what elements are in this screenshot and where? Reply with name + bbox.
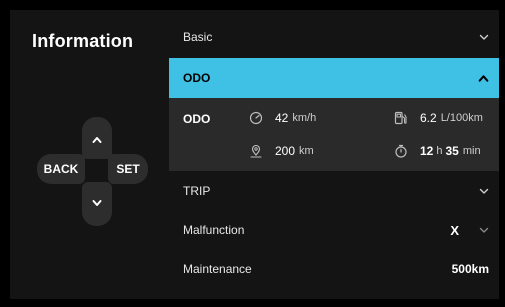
section-odo-label: ODO (183, 71, 211, 85)
fuel-value: 6.2 (420, 111, 437, 125)
distance-stat: 200 km (249, 144, 314, 158)
speed-value: 42 (275, 111, 289, 125)
section-maintenance[interactable]: Maintenance 500km (169, 248, 499, 290)
section-maintenance-label: Maintenance (183, 262, 252, 276)
section-trip-label: TRIP (183, 184, 211, 198)
page-title: Information (32, 31, 134, 51)
time-minutes: 35 (445, 144, 459, 158)
section-trip[interactable]: TRIP (169, 171, 499, 211)
fuel-unit: L/100km (440, 112, 483, 124)
chevron-up-icon (92, 137, 102, 143)
chevron-down-icon (92, 200, 102, 206)
set-button[interactable]: SET (108, 154, 148, 184)
time-minutes-unit: min (462, 145, 481, 157)
section-basic-label: Basic (183, 30, 213, 44)
speed-stat: 42 km/h (249, 111, 316, 125)
information-screen: Information BACK SET Basic ODO ODO 42 km… (10, 10, 499, 299)
time-hours: 12 (420, 144, 434, 158)
section-odo[interactable]: ODO (169, 58, 499, 98)
info-panel: Basic ODO ODO 42 km/h 6.2 L/100km 200 km… (169, 10, 499, 299)
section-malfunction[interactable]: Malfunction X (169, 209, 499, 251)
down-button[interactable] (82, 182, 112, 226)
chevron-down-icon (479, 227, 489, 233)
chevron-down-icon (479, 34, 489, 40)
back-button[interactable]: BACK (37, 154, 85, 184)
stopwatch-icon (395, 144, 407, 158)
chevron-down-icon (479, 188, 489, 194)
odo-row-label: ODO (183, 112, 211, 126)
distance-value: 200 (275, 144, 296, 158)
section-basic[interactable]: Basic (169, 20, 499, 54)
malfunction-status: X (450, 222, 459, 238)
distance-unit: km (299, 145, 314, 157)
maintenance-value: 500km (451, 262, 489, 276)
up-button[interactable] (82, 117, 112, 159)
fuel-pump-icon (394, 111, 407, 125)
chevron-up-icon (478, 74, 489, 82)
time-hours-unit: h (436, 145, 443, 157)
section-malfunction-label: Malfunction (183, 223, 245, 237)
speed-unit: km/h (292, 112, 317, 124)
fuel-stat: 6.2 L/100km (394, 111, 483, 125)
odo-details: ODO 42 km/h 6.2 L/100km 200 km 12 h 35 m… (169, 98, 499, 171)
time-stat: 12 h 35 min (394, 144, 481, 158)
speedometer-icon (249, 111, 263, 125)
location-pin-icon (250, 144, 262, 158)
